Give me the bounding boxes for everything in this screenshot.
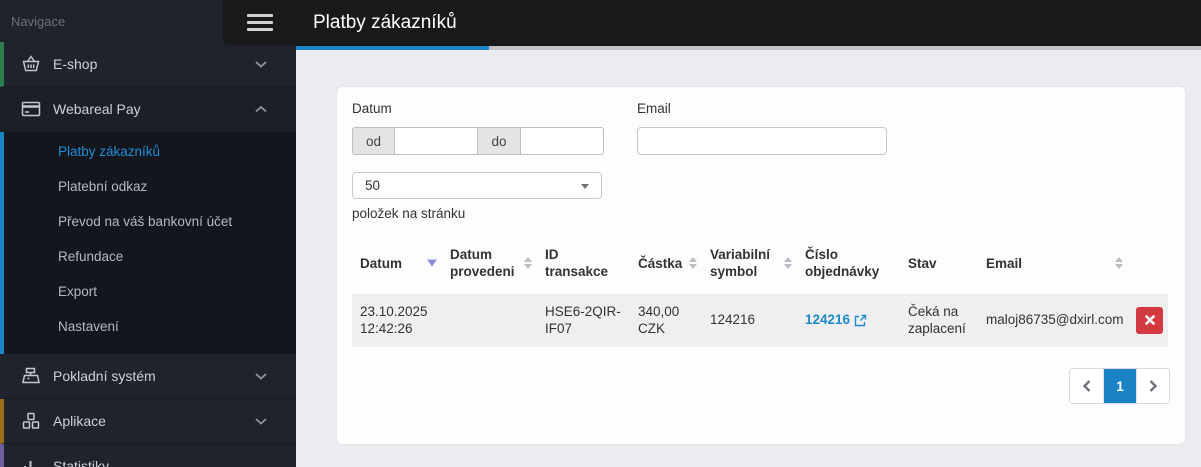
table-header-row: Datum Datum provedeni ID transakce Částk… — [352, 233, 1168, 294]
chevron-down-icon — [255, 367, 267, 385]
hamburger-icon — [246, 14, 273, 17]
cell-datum-provedeni — [442, 294, 537, 348]
page-size-select[interactable]: 50 — [352, 172, 602, 199]
sidebar-item-label: Pokladní systém — [53, 368, 156, 384]
sidebar-item-label: Aplikace — [53, 413, 106, 429]
date-to-input[interactable] — [521, 127, 604, 155]
sidebar-item-label: Webareal Pay — [53, 101, 141, 117]
cell-cislo-objednavky: 124216 — [797, 294, 900, 348]
sort-icon[interactable] — [524, 257, 532, 270]
pagination: 1 — [1069, 368, 1170, 404]
column-header-datum[interactable]: Datum — [352, 233, 442, 294]
date-from-input[interactable] — [395, 127, 478, 155]
cell-castka: 340,00 CZK — [638, 303, 680, 337]
cell-email: maloj86735@dxirl.com — [986, 312, 1124, 328]
sidebar-item-webareal-pay[interactable]: Webareal Pay — [0, 87, 296, 132]
column-header-datum-provedeni[interactable]: Datum provedeni — [442, 233, 537, 294]
sidebar-item-statistiky[interactable]: Statistiky — [0, 444, 296, 467]
cell-datum: 23.10.2025 12:42:26 — [360, 303, 428, 337]
shopping-basket-icon — [20, 54, 42, 74]
sidebar-toggle-button[interactable] — [223, 0, 296, 45]
cell-stav: Čeká na zaplacení — [908, 303, 966, 337]
chevron-up-icon — [255, 100, 267, 118]
column-header-variabilni-symbol[interactable]: Variabilní symbol — [702, 233, 797, 294]
sidebar-submenu-webareal-pay: Platby zákazníků Platební odkaz Převod n… — [0, 132, 296, 354]
main-content: Datum od do Email 50 položek na stránku … — [296, 50, 1201, 467]
payments-panel: Datum od do Email 50 položek na stránku … — [337, 87, 1185, 444]
chevron-down-icon — [255, 412, 267, 430]
submenu-item-export[interactable]: Export — [4, 274, 296, 309]
date-filter-label: Datum — [352, 101, 392, 116]
credit-card-icon — [20, 99, 42, 119]
pagination-next-button[interactable] — [1136, 369, 1169, 403]
sort-icon[interactable] — [784, 257, 792, 270]
bar-chart-icon — [20, 456, 42, 467]
external-link-icon — [854, 314, 867, 327]
column-header-cislo-objednavky[interactable]: Číslo objednávky — [797, 233, 900, 294]
submenu-item-refundace[interactable]: Refundace — [4, 239, 296, 274]
cell-id-transakce: HSE6-2QIR-IF07 — [545, 303, 621, 337]
column-header-id-transakce[interactable]: ID transakce — [537, 233, 630, 294]
column-header-email[interactable]: Email — [978, 233, 1128, 294]
topbar: Platby zákazníků — [296, 0, 1201, 46]
column-header-castka[interactable]: Částka — [630, 233, 702, 294]
sidebar-item-pokladni-system[interactable]: Pokladní systém — [0, 354, 296, 399]
sort-icon[interactable] — [1115, 257, 1123, 270]
sidebar-item-label: E-shop — [53, 56, 98, 72]
pagination-page-1-button[interactable]: 1 — [1103, 369, 1136, 403]
cash-register-icon — [20, 366, 42, 386]
date-to-addon: do — [478, 127, 521, 155]
cell-variabilni-symbol: 124216 — [710, 312, 756, 328]
submenu-item-platebni-odkaz[interactable]: Platební odkaz — [4, 169, 296, 204]
chevron-right-icon — [1149, 380, 1157, 392]
delete-payment-button[interactable] — [1136, 306, 1163, 334]
submenu-item-platby-zakazniku[interactable]: Platby zákazníků — [4, 134, 296, 169]
table-row: 23.10.2025 12:42:26 HSE6-2QIR-IF07 340,0… — [352, 293, 1168, 348]
submenu-item-nastaveni[interactable]: Nastavení — [4, 309, 296, 344]
chevron-left-icon — [1082, 380, 1090, 392]
page-size-suffix: položek na stránku — [352, 206, 466, 221]
pagination-prev-button[interactable] — [1070, 369, 1103, 403]
sidebar: Navigace E-shop Webareal Pay Platby záka… — [0, 0, 296, 467]
page-title: Platby zákazníků — [313, 12, 457, 33]
submenu-item-prevod-na-ucet[interactable]: Převod na váš bankovní účet — [4, 204, 296, 239]
close-icon — [1144, 315, 1155, 326]
column-header-stav[interactable]: Stav — [900, 233, 978, 294]
payments-table: Datum Datum provedeni ID transakce Částk… — [352, 233, 1168, 348]
email-filter-label: Email — [637, 101, 671, 116]
column-header-actions — [1128, 233, 1168, 294]
chevron-down-icon — [581, 184, 589, 189]
sidebar-item-aplikace[interactable]: Aplikace — [0, 399, 296, 444]
cell-actions — [1128, 294, 1168, 348]
page-size-value: 50 — [365, 178, 381, 193]
email-filter-input[interactable] — [637, 127, 887, 155]
sidebar-item-label: Statistiky — [53, 458, 110, 467]
sort-icon[interactable] — [689, 257, 697, 270]
date-range-group: od do — [352, 127, 604, 155]
date-from-addon: od — [352, 127, 395, 155]
sort-desc-icon[interactable] — [427, 259, 437, 267]
chevron-down-icon — [255, 55, 267, 73]
cubes-icon — [20, 411, 42, 431]
order-number-link[interactable]: 124216 — [805, 311, 867, 329]
sidebar-item-eshop[interactable]: E-shop — [0, 42, 296, 87]
